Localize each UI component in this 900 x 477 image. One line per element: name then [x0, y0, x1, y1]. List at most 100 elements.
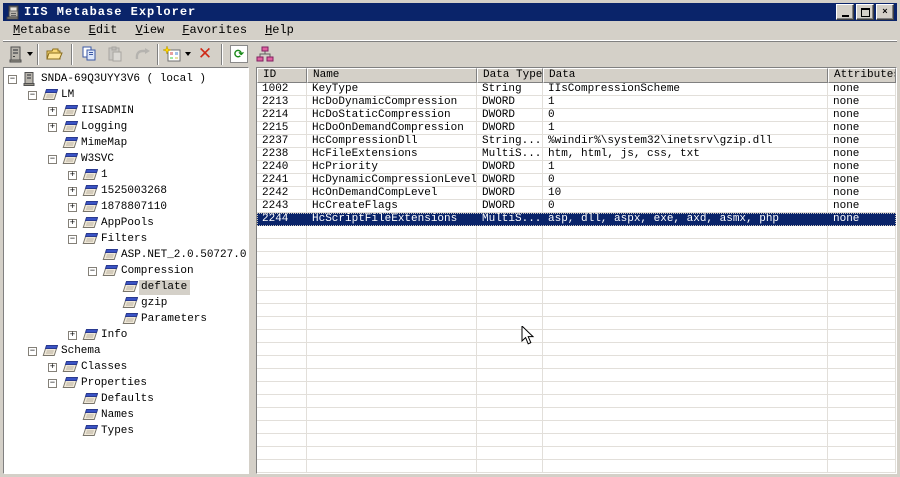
- empty-table-row: [257, 265, 896, 278]
- copy-button[interactable]: [76, 42, 102, 66]
- tree-item-mimemap[interactable]: MimeMap: [4, 135, 248, 151]
- cell-type: DWORD: [477, 122, 543, 135]
- hierarchy-button[interactable]: [252, 42, 278, 66]
- table-row[interactable]: 2240 HcPriority DWORD 1 none: [257, 161, 896, 174]
- collapse-icon[interactable]: −: [88, 266, 97, 276]
- key-icon: [41, 88, 59, 102]
- empty-cell: [543, 473, 828, 474]
- empty-cell: [477, 369, 543, 382]
- new-key-icon: [163, 45, 182, 63]
- table-row[interactable]: 2244 HcScriptFileExtensions MultiS... asp, …: [257, 213, 896, 226]
- table-row[interactable]: 2215 HcDoOnDemandCompression DWORD 1 none: [257, 122, 896, 135]
- expander-slot: −: [88, 266, 101, 276]
- empty-cell: [543, 382, 828, 395]
- table-row[interactable]: 2242 HcOnDemandCompLevel DWORD 10 none: [257, 187, 896, 200]
- hierarchy-icon: [256, 46, 274, 62]
- expand-icon[interactable]: +: [48, 106, 57, 116]
- tree-item-lm[interactable]: − LM: [4, 87, 248, 103]
- dropdown-arrow-icon[interactable]: [27, 52, 33, 56]
- tree-item-1878807110[interactable]: +1878807110: [4, 199, 248, 215]
- tree-item-1[interactable]: +1: [4, 167, 248, 183]
- table-row[interactable]: 2214 HcDoStaticCompression DWORD 0 none: [257, 109, 896, 122]
- collapse-icon[interactable]: −: [28, 90, 37, 100]
- close-button[interactable]: ×: [876, 4, 894, 20]
- tree-item-w3svc[interactable]: − W3SVC: [4, 151, 248, 167]
- empty-cell: [477, 395, 543, 408]
- tree-item-label: Parameters: [141, 312, 208, 325]
- tree-item-label: Names: [101, 408, 135, 421]
- tree-item-schema[interactable]: − Schema: [4, 343, 248, 359]
- tree-item-iisadmin[interactable]: + IISADMIN: [4, 103, 248, 119]
- list-panel: ID Name Data Type Data Attributes 1002 KeyTyp…: [256, 67, 897, 474]
- cell-name: HcCreateFlags: [307, 200, 477, 213]
- table-row[interactable]: 2213 HcDoDynamicCompression DWORD 1 none: [257, 96, 896, 109]
- connect-button[interactable]: [6, 42, 34, 66]
- collapse-icon[interactable]: −: [8, 74, 17, 84]
- tree-item-snda-69q3uyy3v6-local[interactable]: − SNDA-69Q3UYY3V6 ( local ): [4, 71, 248, 87]
- tree-item-parameters[interactable]: Parameters: [4, 311, 248, 327]
- tree-item-types[interactable]: Types: [4, 423, 248, 439]
- column-header-attributes[interactable]: Attributes: [828, 68, 896, 83]
- menu-item-view[interactable]: View: [126, 22, 173, 39]
- empty-cell: [307, 460, 477, 473]
- tree-item-label: Filters: [101, 232, 148, 245]
- empty-cell: [477, 460, 543, 473]
- table-row[interactable]: 2243 HcCreateFlags DWORD 0 none: [257, 200, 896, 213]
- menu-item-metabase[interactable]: Metabase: [4, 22, 80, 39]
- menu-item-favorites[interactable]: Favorites: [173, 22, 256, 39]
- empty-cell: [477, 382, 543, 395]
- cell-data: 0: [543, 174, 828, 187]
- tree-item-gzip[interactable]: gzip: [4, 295, 248, 311]
- list-body: 1002 KeyType String IIsCompressionScheme non…: [257, 83, 896, 474]
- expand-icon[interactable]: +: [48, 122, 57, 132]
- delete-button[interactable]: ✕: [192, 42, 218, 66]
- expand-icon[interactable]: +: [68, 170, 77, 180]
- collapse-icon[interactable]: −: [28, 346, 37, 356]
- column-header-data[interactable]: Data: [543, 68, 828, 83]
- tree-item-apppools[interactable]: + AppPools: [4, 215, 248, 231]
- dropdown-arrow-icon[interactable]: [185, 52, 191, 56]
- collapse-icon[interactable]: −: [48, 378, 57, 388]
- tree-item-compression[interactable]: − Compression: [4, 263, 248, 279]
- tree-item-logging[interactable]: + Logging: [4, 119, 248, 135]
- cell-attributes: none: [828, 109, 896, 122]
- expand-icon[interactable]: +: [68, 218, 77, 228]
- maximize-button[interactable]: [856, 4, 874, 20]
- expand-icon[interactable]: +: [68, 186, 77, 196]
- column-header-id[interactable]: ID: [257, 68, 307, 83]
- empty-table-row: [257, 226, 896, 239]
- tree-item-filters[interactable]: − Filters: [4, 231, 248, 247]
- collapse-icon[interactable]: −: [68, 234, 77, 244]
- collapse-icon[interactable]: −: [48, 154, 57, 164]
- expand-icon[interactable]: +: [68, 330, 77, 340]
- new-key-button[interactable]: [162, 42, 192, 66]
- expand-icon[interactable]: +: [68, 202, 77, 212]
- table-row[interactable]: 2237 HcCompressionDll String... %windir%\sy…: [257, 135, 896, 148]
- table-row[interactable]: 1002 KeyType String IIsCompressionScheme non…: [257, 83, 896, 96]
- empty-cell: [477, 252, 543, 265]
- tree-item-1525003268[interactable]: +1525003268: [4, 183, 248, 199]
- cell-type: String: [477, 83, 543, 96]
- tree-item-info[interactable]: + Info: [4, 327, 248, 343]
- minimize-button[interactable]: [836, 4, 854, 20]
- menu-item-edit[interactable]: Edit: [80, 22, 127, 39]
- tree-item-properties[interactable]: − Properties: [4, 375, 248, 391]
- empty-cell: [477, 356, 543, 369]
- tree-item-asp-net-2-0-50727-0[interactable]: ASP.NET_2.0.50727.0: [4, 247, 248, 263]
- cell-id: 2213: [257, 96, 307, 109]
- tree-item-classes[interactable]: + Classes: [4, 359, 248, 375]
- open-button[interactable]: [42, 42, 68, 66]
- expand-icon[interactable]: +: [48, 362, 57, 372]
- tree-item-deflate[interactable]: deflate: [4, 279, 248, 295]
- panel-splitter[interactable]: [249, 67, 256, 474]
- column-header-name[interactable]: Name: [307, 68, 477, 83]
- key-icon: [81, 328, 99, 342]
- column-header-data-type[interactable]: Data Type: [477, 68, 543, 83]
- tree-item-defaults[interactable]: Defaults: [4, 391, 248, 407]
- table-row[interactable]: 2241 HcDynamicCompressionLevel DWORD 0 none: [257, 174, 896, 187]
- table-row[interactable]: 2238 HcFileExtensions MultiS... htm, html, …: [257, 148, 896, 161]
- menu-item-help[interactable]: Help: [256, 22, 303, 39]
- refresh-button[interactable]: ⟳: [226, 42, 252, 66]
- tree-item-names[interactable]: Names: [4, 407, 248, 423]
